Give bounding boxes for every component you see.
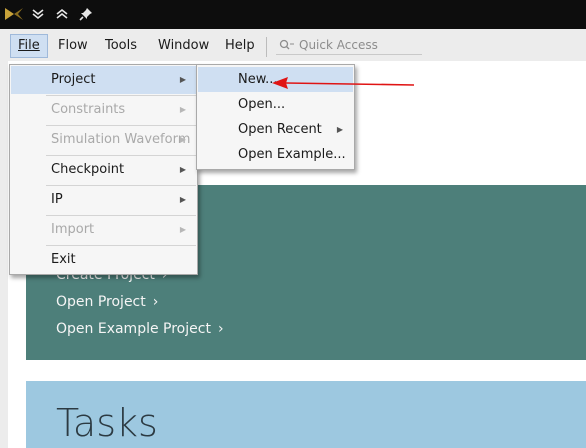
chevron-right-icon: › [217,321,224,337]
file-menu-simulation-waveform[interactable]: Simulation Waveform ▶ [11,126,196,154]
quick-access-placeholder: Quick Access [299,37,378,52]
open-example-project-label: Open Example Project [56,321,211,337]
menu-tools[interactable]: Tools [98,34,144,58]
open-example-project-link[interactable]: Open Example Project › [56,321,224,337]
file-menu-ip-label: IP [51,192,63,207]
menu-window-label: Window [158,38,210,53]
menu-tools-label: Tools [105,38,138,53]
annotation-arrow-icon [272,77,415,89]
submenu-arrow-icon: ▶ [179,105,186,114]
submenu-arrow-icon: ▶ [179,225,186,234]
file-menu-project[interactable]: Project ▶ [11,66,196,94]
file-menu-import[interactable]: Import ▶ [11,216,196,244]
file-menu-dropdown: Project ▶ Constraints ▶ Simulation Wavef… [9,64,198,275]
file-menu-import-label: Import [51,222,95,237]
submenu-arrow-icon: ▶ [179,195,186,204]
file-menu-checkpoint-label: Checkpoint [51,162,125,177]
submenu-arrow-icon: ▶ [179,135,186,144]
menu-window[interactable]: Window [151,34,216,58]
chevron-right-icon: › [152,294,159,310]
file-menu-constraints[interactable]: Constraints ▶ [11,96,196,124]
menu-help-label: Help [225,38,255,53]
submenu-arrow-icon: ▶ [179,165,186,174]
project-menu-open-example-label: Open Example... [238,147,346,162]
menu-bar: File Flow Tools Window Help Quick Access [0,29,586,61]
tasks-section: Tasks [26,381,586,448]
file-menu-exit-label: Exit [51,252,76,267]
vivado-logo-icon [3,4,25,24]
open-project-label: Open Project [56,294,146,310]
pin-icon[interactable] [77,4,95,24]
menu-help[interactable]: Help [218,34,262,58]
menu-file-label: File [18,38,40,53]
project-menu-open-example[interactable]: Open Example... [198,142,353,167]
menu-flow[interactable]: Flow [51,34,95,58]
menu-separator [266,37,267,57]
file-menu-checkpoint[interactable]: Checkpoint ▶ [11,156,196,184]
project-menu-open-label: Open... [238,97,286,112]
title-bar [0,0,586,29]
file-menu-ip[interactable]: IP ▶ [11,186,196,214]
project-menu-open-recent[interactable]: Open Recent ▶ [198,117,353,142]
search-icon [279,39,294,49]
quick-access-search[interactable]: Quick Access [276,35,422,55]
project-menu-open-recent-label: Open Recent [238,122,322,137]
file-menu-project-label: Project [51,72,96,87]
open-project-link[interactable]: Open Project › [56,294,158,310]
submenu-arrow-icon: ▶ [336,125,343,134]
menu-flow-label: Flow [58,38,88,53]
tasks-title: Tasks [56,401,158,445]
submenu-arrow-icon: ▶ [179,75,186,84]
menu-file[interactable]: File [10,34,48,58]
maximize-icon[interactable] [53,4,71,24]
minimize-icon[interactable] [29,4,47,24]
file-menu-exit[interactable]: Exit [11,246,196,274]
file-menu-constraints-label: Constraints [51,102,126,117]
file-menu-simulation-waveform-label: Simulation Waveform [51,132,191,147]
project-menu-open[interactable]: Open... [198,92,353,117]
